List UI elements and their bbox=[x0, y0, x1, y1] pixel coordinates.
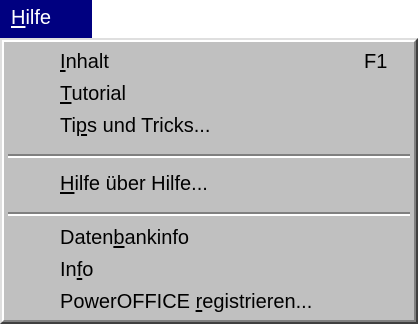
menu-item-hilfe-ueber-hilfe[interactable]: Hilfe über Hilfe... bbox=[6, 168, 412, 200]
menu-item-label: PowerOFFICE registrieren... bbox=[60, 291, 313, 313]
menu-title-hilfe[interactable]: Hilfe bbox=[0, 0, 92, 38]
menu-item-datenbankinfo[interactable]: Datenbankinfo bbox=[6, 222, 412, 254]
menu-item-label: Tutorial bbox=[60, 83, 126, 105]
menu-item-label: Hilfe über Hilfe... bbox=[60, 173, 208, 195]
menu-item-inhalt[interactable]: Inhalt F1 bbox=[6, 46, 412, 78]
menu-item-shortcut: F1 bbox=[364, 51, 388, 73]
menu-separator bbox=[8, 212, 410, 216]
menu-item-tips-und-tricks[interactable]: Tips und Tricks... bbox=[6, 110, 412, 142]
menu-item-label: Inhalt bbox=[60, 51, 109, 73]
menu-item-label: Tips und Tricks... bbox=[60, 115, 211, 137]
menu-item-info[interactable]: Info bbox=[6, 254, 412, 286]
menu-item-poweroffice-registrieren[interactable]: PowerOFFICE registrieren... bbox=[6, 286, 412, 318]
menu-title-rest: ilfe bbox=[25, 7, 52, 29]
hilfe-dropdown-menu: Inhalt F1 Tutorial Tips und Tricks... Hi… bbox=[0, 38, 418, 324]
menu-item-tutorial[interactable]: Tutorial bbox=[6, 78, 412, 110]
menu-item-label: Info bbox=[60, 259, 94, 281]
menu-separator bbox=[8, 154, 410, 158]
menu-item-label: Datenbankinfo bbox=[60, 227, 189, 249]
menu-title-mnemonic: H bbox=[11, 7, 26, 29]
